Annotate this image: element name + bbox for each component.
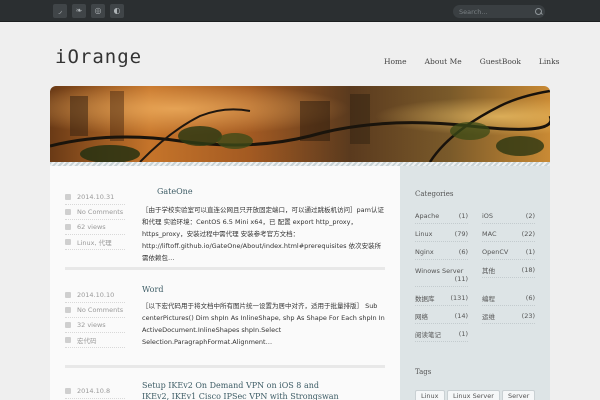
calendar-icon [65,194,71,200]
post-comments[interactable]: No Comments [65,205,125,220]
header-banner-image [50,86,550,162]
post-meta: 2014.10.31 No Comments 62 views Linux, 代… [65,190,125,250]
category-item[interactable]: 阅读笔记 (1) [415,327,468,342]
tag-icon [65,337,71,343]
search-box [453,5,545,18]
tag-link[interactable]: Server [502,390,536,400]
post-excerpt: ［由于学校实验室可以直连公网且只开放固定端口，可以通过跳板机访问］pam认证和代… [142,206,384,262]
tag-link[interactable]: Linux Server [447,390,500,400]
sidebar: Categories Apache (1) iOS (2) Linux (79) MA… [400,166,550,400]
post-date: 2014.10.8 [65,384,125,399]
category-item[interactable]: Nginx (6) [415,245,468,260]
post-comments[interactable]: No Comments [65,303,125,318]
search-input[interactable] [459,7,533,16]
category-item[interactable]: 编程 (6) [482,291,535,306]
category-item[interactable]: OpenCV (1) [482,245,535,260]
post-excerpt: ［以下宏代码用于将文档中所有图片统一设置为居中对齐，适用于批量排版］ Sub c… [142,302,385,346]
post-meta: 2014.10.8 [65,384,125,399]
post-date: 2014.10.31 [65,190,125,205]
rss-icon[interactable]: ◞ [53,4,67,18]
post-tags[interactable]: Linux, 代理 [65,235,125,250]
post-views: 32 views [65,318,125,333]
category-item[interactable]: 网络 (14) [415,309,468,324]
twitter-icon[interactable]: ❧ [72,4,86,18]
calendar-icon [65,388,71,394]
category-item[interactable]: 其他 (18) [482,263,535,278]
nav-about-me[interactable]: About Me [425,57,462,66]
nav-links[interactable]: Links [539,57,560,66]
nav-home[interactable]: Home [384,57,407,66]
post-divider [65,267,385,270]
post-divider [65,365,385,368]
category-item[interactable]: 数据库 (131) [415,291,468,306]
category-item[interactable]: MAC (22) [482,227,535,242]
post-list: 2014.10.31 No Comments 62 views Linux, 代… [50,166,400,400]
post-title[interactable]: GateOne [157,186,193,197]
main-nav: Home About Me GuestBook Links [384,57,560,66]
comment-icon [65,209,71,215]
post-title[interactable]: Setup IKEv2 On Demand VPN on iOS 8 and I… [142,380,342,400]
social-links: ◞ ❧ ◎ ◐ [53,4,124,18]
comment-icon [65,307,71,313]
eye-icon [65,322,71,328]
tags-heading: Tags [415,368,432,376]
calendar-icon [65,292,71,298]
post-meta: 2014.10.10 No Comments 32 views 宏代码 [65,288,125,348]
post-title[interactable]: Word [142,284,163,295]
category-item[interactable]: 运维 (23) [482,309,535,324]
search-icon[interactable] [535,7,543,16]
post-date: 2014.10.10 [65,288,125,303]
qq-icon[interactable]: ◐ [110,4,124,18]
nav-guestbook[interactable]: GuestBook [480,57,521,66]
category-item[interactable]: Apache (1) [415,209,468,224]
top-bar: ◞ ❧ ◎ ◐ [0,0,600,22]
site-logo[interactable]: iOrange [55,46,142,68]
post-views: 62 views [65,220,125,235]
category-item[interactable]: iOS (2) [482,209,535,224]
post-tags[interactable]: 宏代码 [65,333,125,348]
category-item[interactable]: Linux (79) [415,227,468,242]
categories-heading: Categories [415,190,454,198]
tag-icon [65,239,71,245]
eye-icon [65,224,71,230]
weibo-icon[interactable]: ◎ [91,4,105,18]
category-item[interactable]: Winows Server (11) [415,263,468,287]
tag-link[interactable]: Linux [415,390,445,400]
